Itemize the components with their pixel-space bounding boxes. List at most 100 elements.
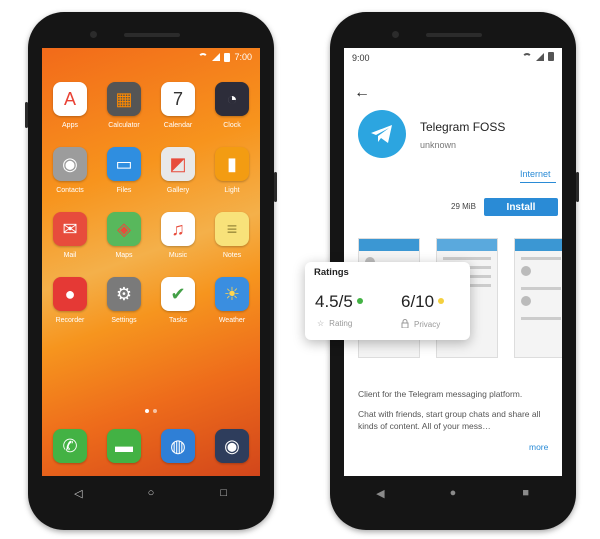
screenshot-3[interactable] [514, 238, 562, 358]
music-icon: ♫ [161, 212, 195, 246]
app-shortcut-clock[interactable]: ◔ Clock [205, 82, 259, 129]
wifi-icon [522, 52, 532, 61]
description-paragraph-2: Chat with friends, start group chats and… [358, 409, 541, 431]
mail-icon: ✉ [53, 212, 87, 246]
volume-button [25, 102, 28, 128]
back-button[interactable]: ◁ [71, 486, 85, 500]
app-label: Files [116, 187, 132, 194]
app-shortcut-apps[interactable]: A Apps [43, 82, 97, 129]
app-shortcut-contacts[interactable]: ◉ Contacts [43, 147, 97, 194]
clock-icon: ◔ [215, 82, 249, 116]
app-shortcut-light[interactable]: ▮ Light [205, 147, 259, 194]
app-shortcut-weather[interactable]: ☀ Weather [205, 277, 259, 324]
battery-icon [224, 52, 231, 62]
app-label: Calculator [108, 122, 140, 129]
app-shortcut-tasks[interactable]: ✔ Tasks [151, 277, 205, 324]
notes-icon: ≡ [215, 212, 249, 246]
rating-value: 4.5/5 [315, 292, 363, 312]
star-icon: ☆ [317, 319, 325, 328]
app-shortcut-files[interactable]: ▭ Files [97, 147, 151, 194]
nav-bar: ◁ ○ □ [42, 476, 260, 510]
home-button[interactable]: ● [446, 486, 460, 500]
apps-icon: A [53, 82, 87, 116]
phone-icon[interactable]: ✆ [53, 429, 87, 463]
wifi-icon [198, 53, 209, 61]
app-label: Apps [62, 122, 78, 129]
app-label: Calendar [163, 122, 193, 129]
app-description: Client for the Telegram messaging platfo… [358, 388, 556, 440]
app-label: Music [168, 252, 188, 259]
signal-icon [212, 53, 221, 61]
page-indicator [145, 409, 157, 413]
app-label: Notes [222, 252, 242, 259]
app-shortcut-recorder[interactable]: ● Recorder [43, 277, 97, 324]
app-label: Contacts [56, 187, 84, 194]
app-author: unknown [420, 140, 457, 150]
app-label: Mail [63, 252, 77, 259]
earpiece [124, 33, 180, 37]
recents-button[interactable]: □ [217, 486, 231, 500]
back-button[interactable]: ◀ [373, 486, 387, 500]
privacy-value-text: 6/10 [401, 292, 435, 311]
battery-icon [548, 52, 554, 61]
home-button[interactable]: ○ [144, 486, 158, 500]
front-camera [392, 31, 399, 38]
signal-icon [536, 52, 544, 61]
status-time: 9:00 [352, 53, 370, 63]
lock-icon [401, 319, 409, 330]
camera-icon[interactable]: ◉ [215, 429, 249, 463]
app-shortcut-gallery[interactable]: ◩ Gallery [151, 147, 205, 194]
app-shortcut-calculator[interactable]: ▦ Calculator [97, 82, 151, 129]
flashlight-icon: ▮ [215, 147, 249, 181]
front-camera [90, 31, 97, 38]
rating-label: Rating [329, 319, 353, 328]
app-shortcut-settings[interactable]: ⚙ Settings [97, 277, 151, 324]
rating-status-dot [356, 297, 363, 304]
status-time: 7:00 [234, 52, 252, 62]
app-label: Maps [115, 252, 133, 259]
rating-value-text: 4.5/5 [315, 292, 353, 311]
privacy-caption: Privacy [401, 319, 440, 330]
telegram-app-icon [358, 110, 406, 158]
files-icon: ▭ [107, 147, 141, 181]
app-shortcut-notes[interactable]: ≡ Notes [205, 212, 259, 259]
ratings-title: Ratings [314, 267, 349, 278]
contacts-icon: ◉ [53, 147, 87, 181]
app-label: Gallery [166, 187, 190, 194]
app-shortcut-music[interactable]: ♫ Music [151, 212, 205, 259]
category-tag[interactable]: Internet [520, 169, 551, 179]
calendar-icon: 7 [161, 82, 195, 116]
left-phone: 7:00 A Apps ▦ Calculator 7 Calendar ◔ Clock ◉ Con… [25, 12, 277, 530]
privacy-status-dot [438, 297, 445, 304]
gallery-icon: ◩ [161, 147, 195, 181]
tasks-icon: ✔ [161, 277, 195, 311]
app-shortcut-calendar[interactable]: 7 Calendar [151, 82, 205, 129]
status-bar: 7:00 [42, 48, 260, 68]
microphone-icon: ● [53, 277, 87, 311]
nav-bar: ◀ ● ■ [344, 476, 562, 510]
messages-icon[interactable]: ▬ [107, 429, 141, 463]
app-grid: A Apps ▦ Calculator 7 Calendar ◔ Clock ◉ Contacts… [42, 82, 260, 324]
app-label: Light [224, 187, 240, 194]
app-label: Settings [111, 317, 137, 324]
weather-icon: ☀ [215, 277, 249, 311]
power-button [576, 172, 579, 202]
dock: ✆ ▬ ◍ ◉ [42, 429, 260, 463]
description-paragraph-1: Client for the Telegram messaging platfo… [358, 389, 523, 399]
app-shortcut-maps[interactable]: ◈ Maps [97, 212, 151, 259]
app-label: Recorder [55, 317, 85, 324]
calculator-icon: ▦ [107, 82, 141, 116]
more-link[interactable]: more [529, 442, 548, 452]
app-label: Tasks [169, 317, 187, 324]
gear-icon: ⚙ [107, 277, 141, 311]
power-button [274, 172, 277, 202]
install-button[interactable]: Install [484, 198, 558, 216]
status-bar: 9:00 [344, 48, 562, 68]
back-arrow-icon[interactable]: ← [354, 84, 370, 102]
recents-button[interactable]: ■ [519, 486, 533, 500]
browser-icon[interactable]: ◍ [161, 429, 195, 463]
rating-caption: ☆ Rating [317, 319, 352, 328]
app-shortcut-mail[interactable]: ✉ Mail [43, 212, 97, 259]
maps-icon: ◈ [107, 212, 141, 246]
ratings-card: Ratings 4.5/5 6/10 ☆ Rating Privacy [305, 262, 470, 340]
